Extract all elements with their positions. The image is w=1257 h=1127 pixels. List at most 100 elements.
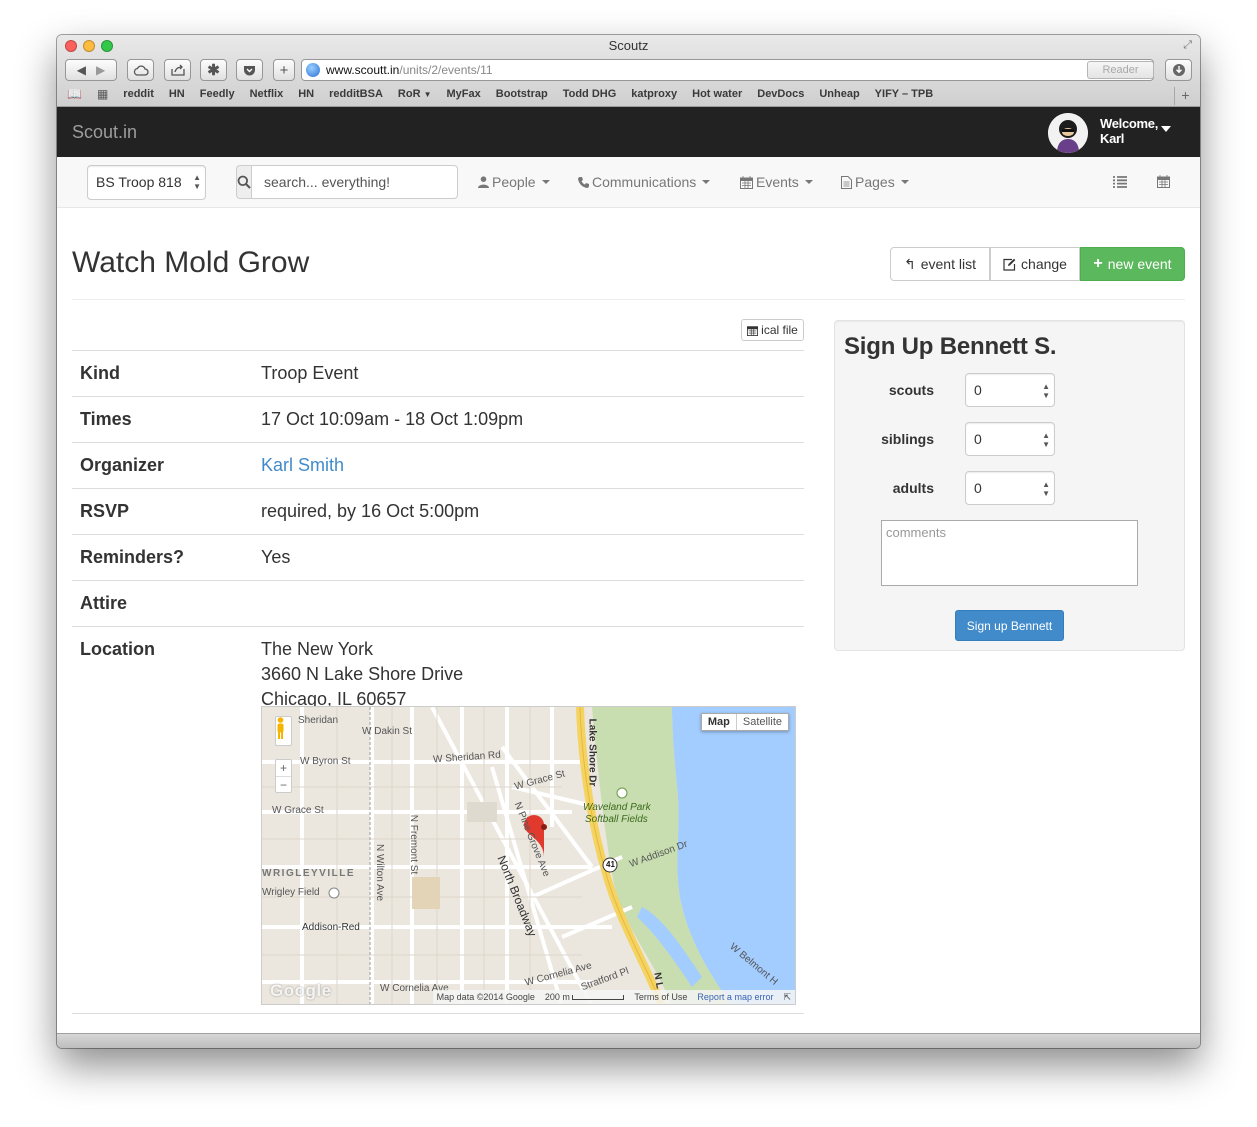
- list-view-icon[interactable]: [1113, 175, 1127, 193]
- scouts-label: scouts: [888, 382, 934, 398]
- map-type-map-button[interactable]: Map: [702, 714, 737, 730]
- map-scale: 200 m: [545, 992, 625, 1002]
- caret-down-icon: [541, 180, 550, 184]
- ical-file-button[interactable]: ical file: [741, 319, 804, 341]
- event-list-label: event list: [920, 256, 976, 272]
- location-map[interactable]: Sheridan W Dakin St W Byron St W Sherida…: [261, 706, 796, 1005]
- scouts-stepper[interactable]: 0 ▲ ▼: [965, 373, 1055, 407]
- reminders-label: Reminders?: [72, 534, 253, 581]
- nav-people[interactable]: People: [478, 174, 550, 190]
- map-type-satellite-button[interactable]: Satellite: [737, 714, 788, 730]
- map-label: W Dakin St: [362, 726, 413, 737]
- search-input[interactable]: [251, 165, 458, 199]
- organizer-link[interactable]: Karl Smith: [261, 455, 344, 475]
- plus-icon: +: [279, 61, 289, 79]
- welcome-text[interactable]: Welcome, Karl: [1100, 116, 1158, 146]
- bookmark-folder[interactable]: RoR ▼: [398, 88, 432, 100]
- adults-stepper[interactable]: 0 ▲ ▼: [965, 471, 1055, 505]
- reading-list-icon[interactable]: 📖: [67, 87, 82, 101]
- new-event-button[interactable]: + new event: [1080, 247, 1185, 281]
- spinner-arrows-icon[interactable]: ▲ ▼: [1042, 431, 1050, 449]
- event-list-button[interactable]: ↰ event list: [890, 247, 990, 281]
- nav-events-label: Events: [756, 174, 799, 190]
- new-tab-button[interactable]: +: [273, 59, 295, 81]
- bookmark-item[interactable]: Unheap: [819, 88, 859, 100]
- share-button[interactable]: [164, 59, 191, 81]
- bookmark-item[interactable]: Hot water: [692, 88, 742, 100]
- ical-file-label: ical file: [761, 323, 798, 337]
- map-footer: Map data ©2014 Google 200 m Terms of Use…: [432, 990, 795, 1004]
- add-tab-icon[interactable]: +: [1174, 87, 1196, 105]
- map-report-link[interactable]: Report a map error: [697, 992, 773, 1002]
- bookmark-item[interactable]: Feedly: [200, 88, 235, 100]
- file-icon: [841, 175, 852, 189]
- search-icon[interactable]: [236, 165, 251, 199]
- spinner-arrows-icon[interactable]: ▲ ▼: [1042, 382, 1050, 400]
- bookmark-item[interactable]: MyFax: [447, 88, 481, 100]
- sign-up-button[interactable]: Sign up Bennett: [955, 610, 1064, 641]
- siblings-value: 0: [974, 431, 982, 447]
- change-button[interactable]: change: [990, 247, 1080, 281]
- back-forward-buttons[interactable]: ◀ ▶: [65, 59, 117, 81]
- bookmark-item[interactable]: Netflix: [250, 88, 284, 100]
- times-value: 17 Oct 10:09am - 18 Oct 1:09pm: [253, 396, 804, 443]
- zoom-in-icon[interactable]: +: [276, 760, 291, 777]
- google-logo: Google: [270, 981, 332, 1000]
- zoom-out-icon[interactable]: −: [276, 777, 291, 793]
- avatar[interactable]: [1048, 113, 1088, 153]
- map-tiles: [262, 707, 795, 1004]
- troop-select[interactable]: BS Troop 818 ▲ ▼: [87, 165, 206, 200]
- kind-value: Troop Event: [253, 350, 804, 397]
- location-name: The New York: [261, 639, 374, 659]
- bookmark-item[interactable]: DevDocs: [757, 88, 804, 100]
- nav-pages[interactable]: Pages: [841, 174, 909, 190]
- map-terms-link[interactable]: Terms of Use: [634, 992, 687, 1002]
- bookmark-item[interactable]: HN: [169, 88, 185, 100]
- calendar-icon: [747, 325, 759, 336]
- nav-events[interactable]: Events: [740, 174, 813, 190]
- bookmark-item[interactable]: HN: [298, 88, 314, 100]
- bookmark-item[interactable]: Bootstrap: [496, 88, 548, 100]
- spinner-arrows-icon[interactable]: ▲ ▼: [1042, 480, 1050, 498]
- street-view-pegman-icon[interactable]: [275, 716, 292, 746]
- caret-down-icon: [804, 180, 813, 184]
- comments-field[interactable]: [881, 520, 1138, 586]
- calendar-icon: [740, 175, 753, 189]
- table-row: Times 17 Oct 10:09am - 18 Oct 1:09pm: [72, 396, 804, 443]
- kind-label: Kind: [72, 350, 253, 397]
- nav-communications[interactable]: Communications: [578, 174, 711, 190]
- reader-button[interactable]: Reader: [1087, 61, 1154, 79]
- fullscreen-icon[interactable]: ⤢: [1183, 39, 1192, 52]
- extension-button[interactable]: ✱: [200, 59, 227, 81]
- bookmark-folder-label: RoR: [397, 88, 421, 100]
- user-menu-caret-icon[interactable]: [1161, 126, 1171, 132]
- forward-arrow-icon[interactable]: ▶: [96, 63, 105, 77]
- globe-icon: [306, 63, 320, 77]
- adults-label: adults: [892, 480, 934, 496]
- siblings-stepper[interactable]: 0 ▲ ▼: [965, 422, 1055, 456]
- back-arrow-icon[interactable]: ◀: [77, 63, 86, 77]
- search-group: [236, 165, 458, 199]
- downloads-button[interactable]: [1165, 59, 1192, 81]
- table-row: Kind Troop Event: [72, 350, 804, 397]
- user-icon: [478, 176, 489, 188]
- address-bar[interactable]: www.scoutt.in/units/2/events/11 ↻: [301, 59, 1154, 81]
- top-sites-icon[interactable]: ▦: [97, 87, 108, 101]
- location-label: Location: [72, 626, 253, 722]
- pocket-button[interactable]: [236, 59, 263, 81]
- bookmark-item[interactable]: reddit: [123, 88, 154, 100]
- bookmark-item[interactable]: Todd DHG: [563, 88, 617, 100]
- chevron-down-icon: ▼: [423, 90, 432, 99]
- adults-value: 0: [974, 480, 982, 496]
- bookmark-item[interactable]: redditBSA: [329, 88, 383, 100]
- event-details-table: Kind Troop Event Times 17 Oct 10:09am - …: [72, 350, 804, 722]
- user-avatar-icon: [1048, 113, 1088, 153]
- bookmark-item[interactable]: katproxy: [631, 88, 677, 100]
- icloud-tabs-button[interactable]: [127, 59, 154, 81]
- brand-logo[interactable]: Scout.in: [72, 122, 137, 143]
- calendar-view-icon[interactable]: [1157, 175, 1170, 193]
- bookmark-item[interactable]: YIFY – TPB: [875, 88, 933, 100]
- expand-map-icon[interactable]: ⇱: [783, 992, 791, 1003]
- map-label: WRIGLEYVILLE: [262, 868, 355, 879]
- caret-down-icon: [702, 180, 711, 184]
